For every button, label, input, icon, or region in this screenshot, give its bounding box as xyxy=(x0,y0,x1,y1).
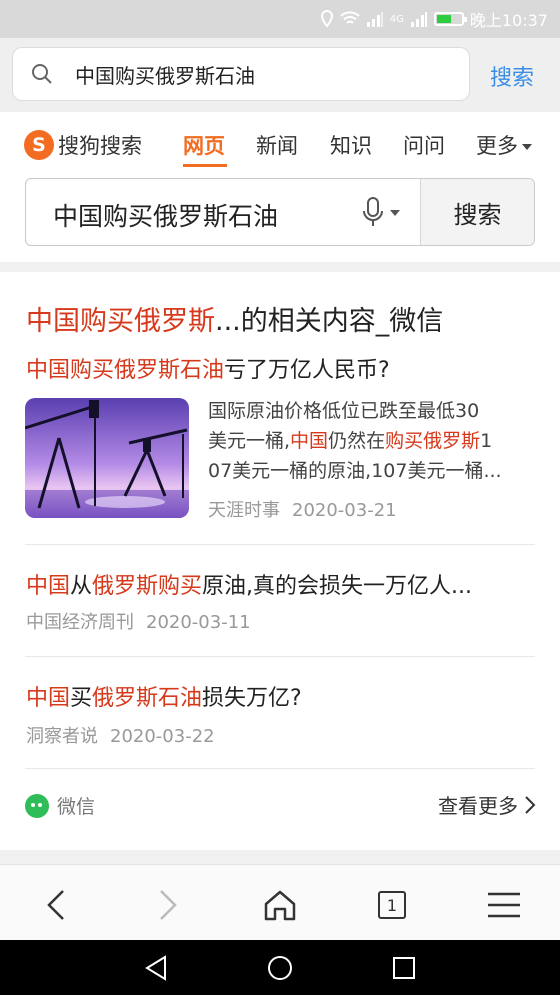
wechat-icon xyxy=(25,793,49,818)
wifi-icon xyxy=(340,11,360,24)
triangle-back-icon xyxy=(145,955,166,981)
snippet-line-1: 国际原油价格低位已跌至最低30 xyxy=(208,400,480,422)
tab-wenwen[interactable]: 问问 xyxy=(403,130,445,160)
card-title-highlight: 中国购买俄罗斯 xyxy=(26,306,215,337)
battery-icon xyxy=(433,12,467,26)
divider xyxy=(25,768,535,769)
result-1-date: 2020-03-21 xyxy=(292,500,397,521)
tab-more-label: 更多 xyxy=(476,134,518,158)
result-1-meta: 天涯时事 2020-03-21 xyxy=(208,496,397,522)
back-button[interactable] xyxy=(36,885,76,925)
nav-home-button[interactable] xyxy=(264,952,296,984)
active-tab-indicator xyxy=(183,164,227,167)
microphone-icon[interactable] xyxy=(362,197,384,227)
chevron-right-icon xyxy=(525,795,536,814)
sogou-search-button[interactable]: 搜索 xyxy=(420,179,534,245)
tab-web[interactable]: 网页 xyxy=(183,130,225,160)
menu-button[interactable] xyxy=(484,885,524,925)
tabs-button[interactable]: 1 xyxy=(372,885,412,925)
nav-recents-button[interactable] xyxy=(388,952,420,984)
result-2-meta: 中国经济周刊 2020-03-11 xyxy=(26,608,251,634)
snippet-line-2: 美元一桶,中国仍然在购买俄罗斯1 xyxy=(208,426,534,456)
result-1-source: 天涯时事 xyxy=(208,500,280,521)
result-3-title[interactable]: 中国买俄罗斯石油损失万亿? xyxy=(26,680,302,712)
sogou-search-input[interactable]: 中国购买俄罗斯石油 xyxy=(53,197,278,233)
result-2-source: 中国经济周刊 xyxy=(26,612,134,633)
divider xyxy=(25,656,535,657)
result-2-date: 2020-03-11 xyxy=(146,612,251,633)
result-2-title-rest: 原油,真的会损失一万亿人... xyxy=(202,574,473,599)
browser-search-input[interactable]: 中国购买俄罗斯石油 xyxy=(12,47,470,101)
chevron-down-icon xyxy=(522,144,532,150)
tab-news[interactable]: 新闻 xyxy=(256,130,298,160)
clock: 晚上10:37 xyxy=(469,11,548,30)
forward-button[interactable] xyxy=(148,885,188,925)
snippet-highlight: 购买俄罗斯 xyxy=(385,430,481,452)
snippet-highlight: 中国 xyxy=(290,430,329,452)
result-1-title[interactable]: 中国购买俄罗斯石油亏了万亿人民币? xyxy=(26,352,390,384)
result-1-thumbnail[interactable] xyxy=(25,398,189,518)
result-3-title-highlight: 中国 xyxy=(26,686,71,711)
card-title[interactable]: 中国购买俄罗斯...的相关内容_微信 xyxy=(26,299,443,338)
wechat-label: 微信 xyxy=(57,796,96,818)
square-recents-icon xyxy=(393,957,415,979)
wechat-result-card: 中国购买俄罗斯...的相关内容_微信 中国购买俄罗斯石油亏了万亿人民币? 国际原… xyxy=(0,272,560,850)
snippet-text: 美元一桶, xyxy=(208,430,291,452)
snippet-text: 1 xyxy=(480,430,493,452)
forward-icon xyxy=(160,890,177,920)
signal-icon xyxy=(366,12,383,27)
result-3-source: 洞察者说 xyxy=(26,726,98,747)
result-1-title-highlight: 中国购买俄罗斯石油 xyxy=(26,358,225,383)
card-title-rest: ...的相关内容_微信 xyxy=(215,306,444,337)
system-nav-bar xyxy=(0,940,560,995)
home-button[interactable] xyxy=(260,885,300,925)
circle-home-icon xyxy=(268,956,292,980)
browser-search-button[interactable]: 搜索 xyxy=(490,60,534,92)
tab-knowledge[interactable]: 知识 xyxy=(330,130,372,160)
result-2-title-highlight: 俄罗斯购买 xyxy=(92,574,203,599)
search-icon xyxy=(32,64,52,84)
result-2-title-highlight: 中国 xyxy=(26,574,71,599)
result-3-title-highlight: 俄罗斯石油 xyxy=(92,686,203,711)
sogou-logo[interactable]: S 搜狗搜索 xyxy=(24,130,142,160)
see-more-label: 查看更多 xyxy=(438,794,518,818)
home-icon xyxy=(264,890,296,921)
back-icon xyxy=(47,890,64,920)
wechat-source: 微信 xyxy=(25,792,95,819)
browser-toolbar: 1 xyxy=(0,864,560,940)
network-type: 4G xyxy=(389,13,404,25)
browser-query-text: 中国购买俄罗斯石油 xyxy=(75,63,255,88)
see-more-link[interactable]: 查看更多 xyxy=(438,790,536,819)
tab-count: 1 xyxy=(378,891,406,919)
sogou-search-box: 中国购买俄罗斯石油 搜索 xyxy=(25,178,535,246)
voice-dropdown-icon[interactable] xyxy=(390,210,400,216)
result-3-title-text: 买 xyxy=(70,686,93,711)
result-2-title-text: 从 xyxy=(70,574,93,599)
result-2-title[interactable]: 中国从俄罗斯购买原油,真的会损失一万亿人... xyxy=(26,568,472,600)
oil-pump-image xyxy=(25,398,189,518)
tab-more[interactable]: 更多 xyxy=(476,130,532,160)
sogou-header: S 搜狗搜索 网页 新闻 知识 问问 更多 中国购买俄罗斯石油 搜索 xyxy=(0,112,560,262)
result-3-title-rest: 损失万亿? xyxy=(202,686,302,711)
signal-icon-2 xyxy=(410,12,427,27)
browser-address-bar: 中国购买俄罗斯石油 搜索 xyxy=(0,38,560,112)
status-bar: 4G 晚上10:37 xyxy=(0,0,560,38)
result-1-snippet: 国际原油价格低位已跌至最低30 美元一桶,中国仍然在购买俄罗斯1 07美元一桶的… xyxy=(208,396,534,486)
sogou-logo-icon: S xyxy=(24,130,54,160)
snippet-text: 仍然在 xyxy=(328,430,386,452)
location-icon xyxy=(320,10,333,28)
snippet-line-3: 07美元一桶的原油,107美元一桶... xyxy=(208,460,502,482)
divider xyxy=(25,544,535,545)
nav-back-button[interactable] xyxy=(140,952,172,984)
sogou-logo-text: 搜狗搜索 xyxy=(58,134,142,158)
result-3-meta: 洞察者说 2020-03-22 xyxy=(26,722,215,748)
result-1-title-rest: 亏了万亿人民币? xyxy=(224,358,390,383)
menu-icon xyxy=(488,892,520,918)
result-3-date: 2020-03-22 xyxy=(110,726,215,747)
status-icons: 4G 晚上10:37 xyxy=(320,0,548,38)
